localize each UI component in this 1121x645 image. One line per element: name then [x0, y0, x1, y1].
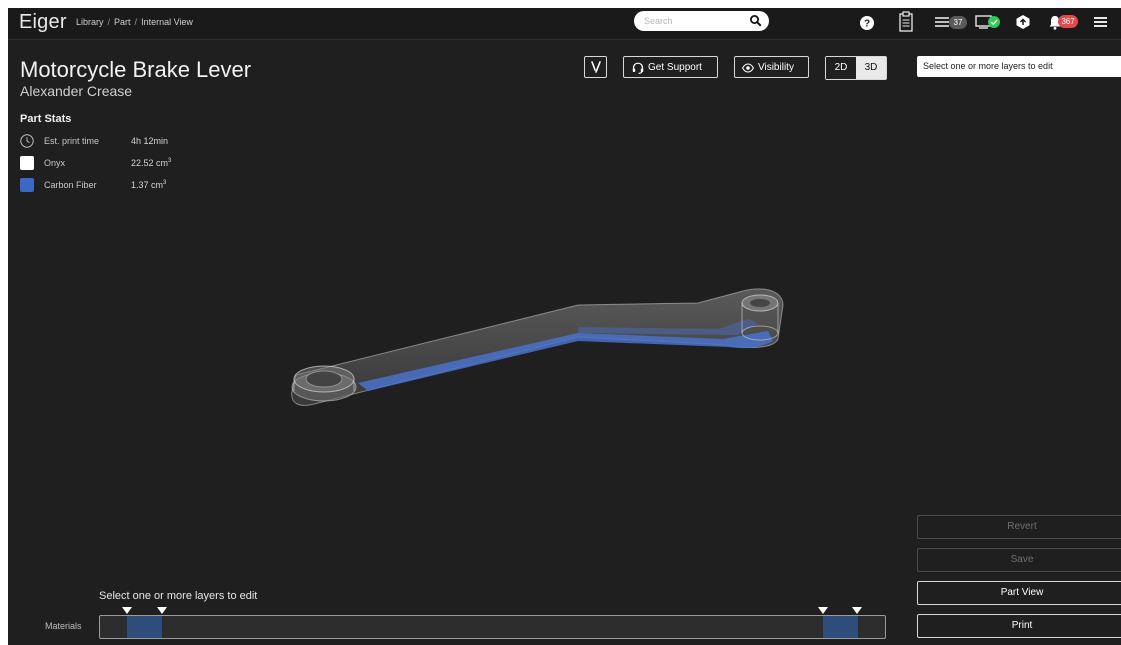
part-3d-model[interactable] [278, 283, 788, 423]
stat-value: 1.37 cm3 [131, 180, 166, 190]
version-branch-icon [591, 61, 601, 73]
part-stats-heading: Part Stats [20, 113, 72, 125]
search-input[interactable] [634, 11, 744, 31]
stat-value-number: 1.37 cm [131, 180, 164, 190]
visibility-label: Visibility [758, 62, 794, 73]
layer-edit-hint: Select one or more layers to edit [99, 590, 258, 602]
stat-unit-exponent: 3 [163, 180, 167, 186]
notification-count-badge: 367 [1058, 15, 1078, 28]
get-support-label: Get Support [648, 62, 702, 73]
stat-label: Est. print time [44, 136, 100, 146]
layer-range-start[interactable] [127, 616, 162, 638]
layer-handle-icon[interactable] [852, 607, 862, 615]
app-logo[interactable]: Eiger [19, 11, 67, 34]
breadcrumb-separator: / [134, 17, 138, 27]
breadcrumb-separator: / [107, 17, 111, 27]
stat-value: 4h 12min [131, 136, 169, 146]
print-button[interactable]: Print [917, 614, 1121, 638]
breadcrumb: Library / Part / Internal View [76, 17, 193, 27]
layer-handle-icon[interactable] [157, 607, 167, 615]
onyx-swatch-icon [20, 156, 34, 170]
part-view-button[interactable]: Part View [917, 581, 1121, 605]
clipboard-icon[interactable] [898, 11, 914, 33]
clock-icon [20, 134, 34, 148]
queue-count-badge: 37 [949, 16, 967, 29]
get-support-button[interactable]: Get Support [623, 56, 718, 78]
stat-value-number: 22.52 cm [131, 158, 169, 168]
search-box[interactable] [634, 11, 769, 31]
breadcrumb-library[interactable]: Library [76, 17, 104, 27]
view-mode-3d[interactable]: 3D [856, 57, 886, 79]
stat-value: 22.52 cm3 [131, 158, 171, 168]
menu-icon[interactable] [1094, 16, 1107, 28]
eye-icon [742, 63, 754, 73]
layer-select-dropdown[interactable]: Select one or more layers to edit [917, 56, 1121, 77]
layer-handle-icon[interactable] [122, 607, 132, 615]
top-bar: Eiger Library/Part/Internal View ? [8, 8, 1121, 40]
part-title: Motorcycle Brake Lever [20, 57, 252, 82]
layer-slider-track[interactable] [99, 615, 886, 639]
stat-label: Carbon Fiber [44, 180, 97, 190]
layer-range-end[interactable] [823, 616, 858, 638]
visibility-button[interactable]: Visibility [734, 56, 809, 78]
carbon-fiber-swatch-icon [20, 178, 34, 192]
svg-text:?: ? [864, 19, 870, 30]
breadcrumb-part[interactable]: Part [114, 17, 131, 27]
upload-icon[interactable] [1015, 14, 1031, 30]
materials-label: Materials [45, 621, 82, 631]
help-icon[interactable]: ? [859, 14, 875, 32]
queue-icon[interactable] [935, 16, 949, 28]
part-author: Alexander Crease [20, 83, 133, 99]
stat-label: Onyx [44, 158, 66, 168]
view-mode-2d[interactable]: 2D [826, 57, 856, 79]
view-mode-toggle[interactable]: 2D 3D [825, 56, 887, 80]
layer-handle-icon[interactable] [818, 607, 828, 615]
save-button[interactable]: Save [917, 548, 1121, 572]
version-button[interactable] [584, 56, 607, 78]
app-window: Eiger Library/Part/Internal View ? [8, 8, 1121, 645]
printer-status-icon[interactable] [975, 14, 1001, 30]
breadcrumb-internal-view: Internal View [141, 17, 193, 27]
headset-icon [632, 62, 644, 74]
stat-unit-exponent: 3 [168, 158, 172, 164]
search-icon[interactable] [749, 14, 763, 28]
revert-button[interactable]: Revert [917, 515, 1121, 539]
